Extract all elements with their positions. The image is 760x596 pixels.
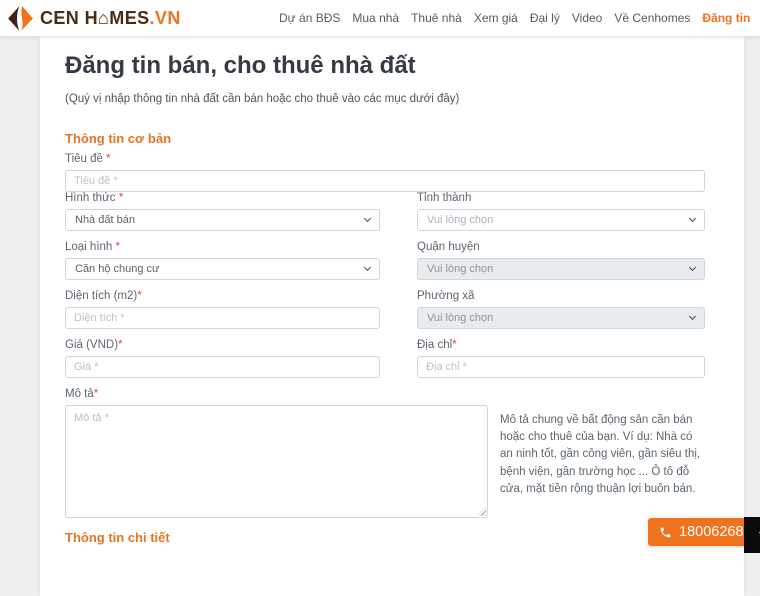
cenhomes-diamond-icon — [7, 5, 34, 32]
description-textarea-wrap — [65, 405, 488, 518]
price-input[interactable] — [65, 356, 380, 378]
house-glyph-icon: ⌂ — [98, 8, 109, 28]
field-property-type: Loại hình * Căn hộ chung cư — [65, 241, 380, 280]
district-label: Quận huyện — [417, 241, 705, 253]
field-listing-type: Hình thức * Nhà đất bán — [65, 192, 380, 231]
required-star: * — [94, 388, 98, 400]
district-select: Vui lòng chọn — [417, 258, 705, 280]
header: CEN H⌂MES.VN Dự án BĐS Mua nhà Thuê nhà … — [0, 0, 760, 36]
nav-thue-nha[interactable]: Thuê nhà — [411, 11, 462, 25]
address-label: Địa chỉ* — [417, 339, 705, 351]
logo[interactable]: CEN H⌂MES.VN — [7, 5, 181, 32]
area-input[interactable] — [65, 307, 380, 329]
listing-type-label: Hình thức * — [65, 192, 380, 204]
description-label: Mô tả* — [65, 388, 705, 400]
hotline-number: 18006268 — [679, 524, 744, 540]
page-title: Đăng tin bán, cho thuê nhà đất — [65, 52, 705, 81]
nav-xem-gia[interactable]: Xem giá — [474, 11, 518, 25]
address-input[interactable] — [417, 356, 705, 378]
phone-icon — [659, 526, 672, 539]
required-star: * — [137, 290, 141, 302]
content-card: Đăng tin bán, cho thuê nhà đất (Quý vị n… — [40, 36, 744, 596]
ward-label: Phường xã — [417, 290, 705, 302]
chevron-down-icon — [364, 215, 371, 222]
field-area: Diện tích (m2)* — [65, 290, 380, 329]
page-subtitle: (Quý vị nhập thông tin nhà đất cần bán h… — [65, 93, 705, 105]
title-label: Tiêu đề * — [65, 153, 705, 165]
hotline-button[interactable]: 18006268 — [648, 518, 755, 546]
price-label: Giá (VND)* — [65, 339, 380, 351]
chevron-down-icon — [689, 313, 696, 320]
nav-ve-cenhomes[interactable]: Về Cenhomes — [614, 11, 690, 25]
logo-text: CEN H⌂MES.VN — [40, 8, 181, 29]
required-star: * — [119, 192, 123, 204]
section-heading-detail-info: Thông tin chi tiết — [65, 530, 705, 545]
area-label: Diện tích (m2)* — [65, 290, 380, 302]
nav-dang-tin[interactable]: Đăng tin — [702, 11, 750, 25]
chevron-down-icon — [364, 264, 371, 271]
nav-dai-ly[interactable]: Đại lý — [530, 11, 560, 25]
property-type-label: Loại hình * — [65, 241, 380, 253]
field-address: Địa chỉ* — [417, 339, 705, 378]
required-star: * — [106, 153, 110, 165]
field-title: Tiêu đề * — [65, 153, 705, 192]
field-price: Giá (VND)* — [65, 339, 380, 378]
province-label: Tỉnh thành — [417, 192, 705, 204]
main-nav: Dự án BĐS Mua nhà Thuê nhà Xem giá Đại l… — [279, 0, 760, 36]
description-textarea[interactable] — [65, 405, 488, 518]
required-star: * — [116, 241, 120, 253]
field-province: Tỉnh thành Vui lòng chọn — [417, 192, 705, 231]
listing-type-select[interactable]: Nhà đất bán — [65, 209, 380, 231]
nav-video[interactable]: Video — [572, 11, 602, 25]
title-input[interactable] — [65, 170, 705, 192]
ward-select: Vui lòng chọn — [417, 307, 705, 329]
required-star: * — [452, 339, 456, 351]
province-select[interactable]: Vui lòng chọn — [417, 209, 705, 231]
required-star: * — [118, 339, 122, 351]
nav-du-an-bds[interactable]: Dự án BĐS — [279, 11, 340, 25]
chevron-down-icon — [689, 215, 696, 222]
description-helper-text: Mô tả chung về bất động sản cần bán hoặc… — [500, 405, 705, 518]
field-district: Quận huyện Vui lòng chọn — [417, 241, 705, 280]
field-ward: Phường xã Vui lòng chọn — [417, 290, 705, 329]
nav-mua-nha[interactable]: Mua nhà — [352, 11, 399, 25]
section-heading-basic-info: Thông tin cơ bản — [65, 131, 705, 146]
field-description: Mô tả* Mô tả chung về bất động sản cần b… — [65, 388, 705, 518]
chevron-down-icon — [689, 264, 696, 271]
property-type-select[interactable]: Căn hộ chung cư — [65, 258, 380, 280]
scroll-top-button[interactable]: ↑ — [744, 517, 760, 553]
